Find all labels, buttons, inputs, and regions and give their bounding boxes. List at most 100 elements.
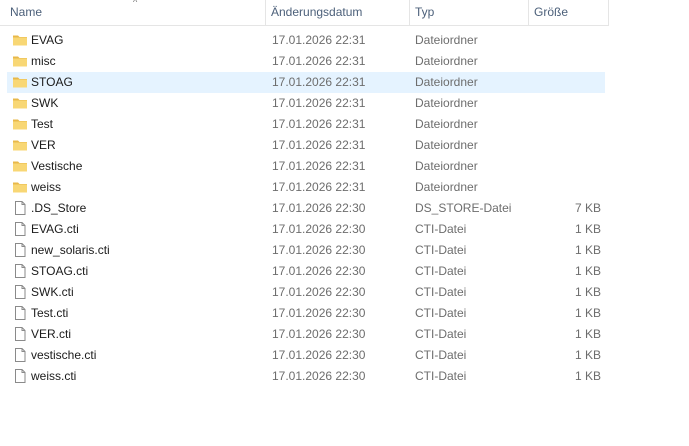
file-name: VER [31, 138, 56, 152]
file-size [527, 93, 601, 114]
file-row[interactable]: misc 17.01.2026 22:31 Dateiordner [7, 51, 605, 72]
file-icon [12, 366, 28, 387]
file-explorer: Name ^ Änderungsdatum Typ Größe EVAG 17.0… [0, 0, 689, 446]
file-list: EVAG 17.01.2026 22:31 Dateiordner misc 17.01… [7, 30, 605, 387]
file-date: 17.01.2026 22:31 [272, 180, 366, 194]
file-name: misc [31, 54, 56, 68]
file-name: STOAG [31, 75, 73, 89]
file-type: DS_STORE-Datei [415, 201, 512, 215]
file-icon [12, 282, 28, 303]
file-type: Dateiordner [415, 138, 478, 152]
file-type: Dateiordner [415, 75, 478, 89]
file-date: 17.01.2026 22:31 [272, 33, 366, 47]
file-size: 1 KB [574, 243, 601, 257]
column-header-type[interactable]: Typ [409, 0, 528, 25]
column-header-size[interactable]: Größe [528, 0, 609, 25]
file-date: 17.01.2026 22:31 [272, 117, 366, 131]
file-date: 17.01.2026 22:31 [272, 96, 366, 110]
file-type: Dateiordner [415, 54, 478, 68]
file-row[interactable]: EVAG.cti 17.01.2026 22:30 CTI-Datei 1 KB [7, 219, 605, 240]
file-name: new_solaris.cti [31, 243, 110, 257]
folder-icon [12, 72, 28, 93]
file-row[interactable]: Test.cti 17.01.2026 22:30 CTI-Datei 1 KB [7, 303, 605, 324]
file-date: 17.01.2026 22:30 [272, 264, 366, 278]
file-date: 17.01.2026 22:30 [272, 243, 366, 257]
file-date: 17.01.2026 22:31 [272, 138, 366, 152]
file-row[interactable]: vestische.cti 17.01.2026 22:30 CTI-Datei 1 … [7, 345, 605, 366]
column-header-name-label: Name [10, 5, 43, 19]
file-size: 1 KB [574, 222, 601, 236]
file-size: 1 KB [574, 369, 601, 383]
file-row[interactable]: VER 17.01.2026 22:31 Dateiordner [7, 135, 605, 156]
file-icon [12, 345, 28, 366]
file-type: CTI-Datei [415, 348, 467, 362]
file-size [527, 156, 601, 177]
file-date: 17.01.2026 22:30 [272, 201, 366, 215]
folder-icon [12, 135, 28, 156]
file-row[interactable]: .DS_Store 17.01.2026 22:30 DS_STORE-Datei 7… [7, 198, 605, 219]
file-type: CTI-Datei [415, 327, 467, 341]
file-icon [12, 324, 28, 345]
file-type: CTI-Datei [415, 306, 467, 320]
file-type: Dateiordner [415, 33, 478, 47]
file-row[interactable]: VER.cti 17.01.2026 22:30 CTI-Datei 1 KB [7, 324, 605, 345]
file-name: Test [31, 117, 54, 131]
file-size: 1 KB [574, 285, 601, 299]
file-name: SWK.cti [31, 285, 74, 299]
file-row[interactable]: new_solaris.cti 17.01.2026 22:30 CTI-Datei… [7, 240, 605, 261]
file-row[interactable]: STOAG 17.01.2026 22:31 Dateiordner [7, 72, 605, 93]
file-type: Dateiordner [415, 117, 478, 131]
file-row[interactable]: Test 17.01.2026 22:31 Dateiordner [7, 114, 605, 135]
folder-icon [12, 156, 28, 177]
folder-icon [12, 93, 28, 114]
file-size [527, 72, 601, 93]
file-icon [12, 219, 28, 240]
file-size [527, 135, 601, 156]
column-header-name[interactable]: Name ^ [5, 0, 265, 25]
file-name: weiss [31, 180, 62, 194]
file-row[interactable]: weiss.cti 17.01.2026 22:30 CTI-Datei 1 KB [7, 366, 605, 387]
column-header-bar: Name ^ Änderungsdatum Typ Größe [0, 0, 609, 26]
file-size [527, 114, 601, 135]
file-type: Dateiordner [415, 180, 478, 194]
file-type: CTI-Datei [415, 285, 467, 299]
file-name: EVAG.cti [31, 222, 79, 236]
file-icon [12, 240, 28, 261]
file-name: VER.cti [31, 327, 72, 341]
file-type: CTI-Datei [415, 222, 467, 236]
file-size [527, 30, 601, 51]
file-name: vestische.cti [31, 348, 97, 362]
file-size: 1 KB [574, 306, 601, 320]
sort-indicator-icon: ^ [133, 0, 138, 7]
file-name: .DS_Store [31, 201, 87, 215]
file-date: 17.01.2026 22:30 [272, 327, 366, 341]
column-header-date[interactable]: Änderungsdatum [265, 0, 409, 25]
folder-icon [12, 114, 28, 135]
file-name: weiss.cti [31, 369, 77, 383]
file-date: 17.01.2026 22:30 [272, 306, 366, 320]
file-icon [12, 303, 28, 324]
file-date: 17.01.2026 22:31 [272, 75, 366, 89]
file-size: 7 KB [574, 201, 601, 215]
file-row[interactable]: weiss 17.01.2026 22:31 Dateiordner [7, 177, 605, 198]
file-date: 17.01.2026 22:31 [272, 159, 366, 173]
file-size: 1 KB [574, 264, 601, 278]
file-row[interactable]: Vestische 17.01.2026 22:31 Dateiordner [7, 156, 605, 177]
file-type: Dateiordner [415, 96, 478, 110]
file-row[interactable]: SWK.cti 17.01.2026 22:30 CTI-Datei 1 KB [7, 282, 605, 303]
file-type: Dateiordner [415, 159, 478, 173]
file-row[interactable]: SWK 17.01.2026 22:31 Dateiordner [7, 93, 605, 114]
file-name: STOAG.cti [31, 264, 89, 278]
folder-icon [12, 51, 28, 72]
file-size [527, 177, 601, 198]
file-date: 17.01.2026 22:30 [272, 285, 366, 299]
file-icon [12, 198, 28, 219]
file-date: 17.01.2026 22:30 [272, 348, 366, 362]
file-name: Vestische [31, 159, 83, 173]
file-icon [12, 261, 28, 282]
file-row[interactable]: STOAG.cti 17.01.2026 22:30 CTI-Datei 1 KB [7, 261, 605, 282]
file-row[interactable]: EVAG 17.01.2026 22:31 Dateiordner [7, 30, 605, 51]
folder-icon [12, 177, 28, 198]
file-size: 1 KB [574, 327, 601, 341]
file-name: SWK [31, 96, 59, 110]
